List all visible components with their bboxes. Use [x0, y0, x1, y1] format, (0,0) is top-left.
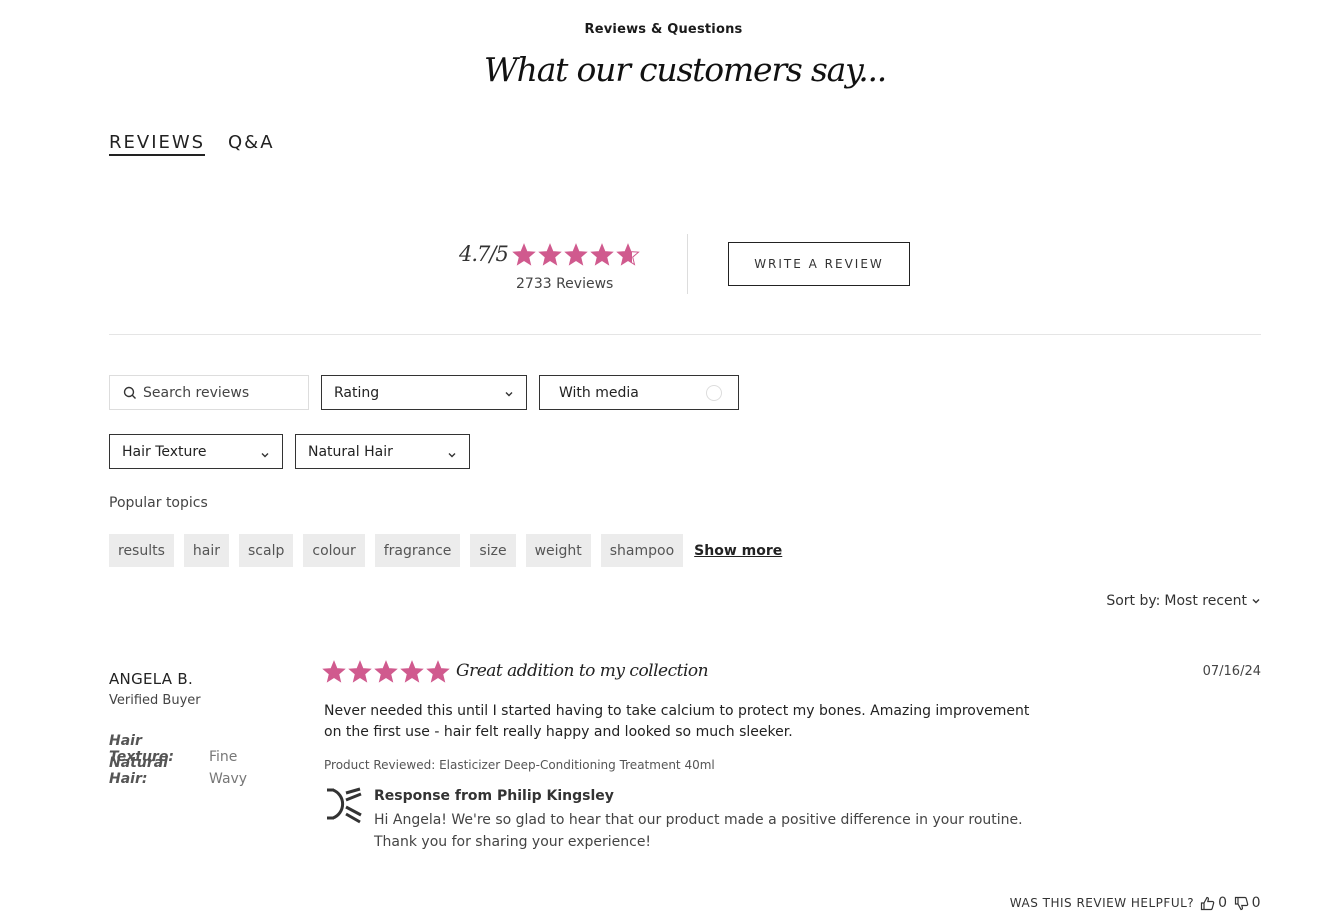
- star-icon: [616, 243, 640, 266]
- attribute-value: Wavy: [209, 771, 248, 787]
- upvote-count: 0: [1218, 895, 1228, 911]
- search-reviews-field[interactable]: [109, 375, 309, 410]
- star-icon: [538, 243, 562, 266]
- topic-chips: results hair scalp colour fragrance size…: [109, 534, 782, 567]
- sort-dropdown[interactable]: Sort by: Most recent: [1106, 593, 1261, 609]
- sort-value: Most recent: [1164, 593, 1247, 609]
- rating-dropdown-label: Rating: [334, 384, 380, 401]
- section-divider: [109, 334, 1261, 335]
- response-body: Hi Angela! We're so glad to hear that ou…: [374, 812, 1023, 850]
- media-toggle-circle[interactable]: [706, 384, 722, 401]
- topic-chip[interactable]: hair: [183, 534, 230, 567]
- helpful-label: WAS THIS REVIEW HELPFUL?: [1009, 896, 1195, 910]
- helpful-votes: WAS THIS REVIEW HELPFUL? 0 0: [1010, 895, 1261, 911]
- section-eyebrow: Reviews & Questions: [584, 22, 743, 37]
- chevron-down-icon: [448, 452, 456, 457]
- thumbs-up-icon: [1201, 896, 1215, 910]
- write-review-button[interactable]: WRITE A REVIEW: [728, 242, 910, 286]
- summary-divider: [687, 234, 688, 294]
- thumbs-down-icon: [1234, 896, 1248, 910]
- review-body: Never needed this until I started having…: [324, 703, 1030, 740]
- star-icon: [348, 660, 372, 683]
- brand-logo-icon: [327, 787, 362, 824]
- average-rating: 4.7/5: [459, 242, 509, 266]
- topic-chip[interactable]: colour: [303, 534, 365, 567]
- verified-buyer-badge: Verified Buyer: [109, 693, 201, 708]
- topic-chip[interactable]: fragrance: [374, 534, 461, 567]
- star-icon: [400, 660, 424, 683]
- star-icon: [564, 243, 588, 266]
- product-reviewed: Product Reviewed: Elasticizer Deep-Condi…: [324, 758, 715, 772]
- review-date: 07/16/24: [1202, 664, 1261, 679]
- popular-topics-label: Popular topics: [109, 495, 208, 511]
- natural-hair-label: Natural Hair: [308, 443, 393, 460]
- reviewer-attribute: Natural Hair: Wavy: [109, 755, 247, 787]
- with-media-toggle[interactable]: With media: [539, 375, 739, 410]
- star-icon: [512, 243, 536, 266]
- star-icon: [426, 660, 450, 683]
- topic-chip[interactable]: size: [470, 534, 516, 567]
- summary-stars: [512, 243, 640, 267]
- hair-texture-dropdown[interactable]: Hair Texture: [109, 434, 283, 469]
- star-icon: [374, 660, 398, 683]
- topic-chip[interactable]: weight: [525, 534, 591, 567]
- response-title: Response from Philip Kingsley: [374, 788, 614, 804]
- tab-qa[interactable]: Q&A: [228, 132, 275, 153]
- show-more-topics-link[interactable]: Show more: [694, 543, 782, 559]
- sort-label: Sort by:: [1106, 593, 1161, 609]
- with-media-label: With media: [559, 384, 639, 401]
- star-icon: [590, 243, 614, 266]
- product-reviewed-label: Product Reviewed:: [324, 758, 436, 772]
- downvote-button[interactable]: 0: [1234, 895, 1261, 911]
- review-stars: [322, 660, 450, 684]
- attribute-key: Natural Hair:: [109, 755, 168, 787]
- product-reviewed-name: Elasticizer Deep-Conditioning Treatment …: [439, 758, 715, 772]
- star-icon: [322, 660, 346, 683]
- chevron-down-icon: [1252, 599, 1260, 604]
- chevron-down-icon: [505, 391, 513, 396]
- rating-dropdown[interactable]: Rating: [321, 375, 527, 410]
- topic-chip[interactable]: results: [109, 534, 174, 567]
- tab-reviews[interactable]: REVIEWS: [109, 132, 206, 156]
- downvote-count: 0: [1251, 895, 1261, 911]
- reviewer-name: ANGELA B.: [109, 670, 194, 688]
- section-title: What our customers say...: [483, 50, 887, 89]
- search-input[interactable]: [143, 384, 293, 401]
- topic-chip[interactable]: scalp: [239, 534, 294, 567]
- hair-texture-label: Hair Texture: [122, 443, 207, 460]
- topic-chip[interactable]: shampoo: [600, 534, 684, 567]
- chevron-down-icon: [261, 452, 269, 457]
- review-title: Great addition to my collection: [456, 661, 709, 681]
- natural-hair-dropdown[interactable]: Natural Hair: [295, 434, 470, 469]
- review-count: 2733 Reviews: [516, 276, 614, 292]
- upvote-button[interactable]: 0: [1200, 895, 1227, 911]
- search-icon: [123, 386, 136, 399]
